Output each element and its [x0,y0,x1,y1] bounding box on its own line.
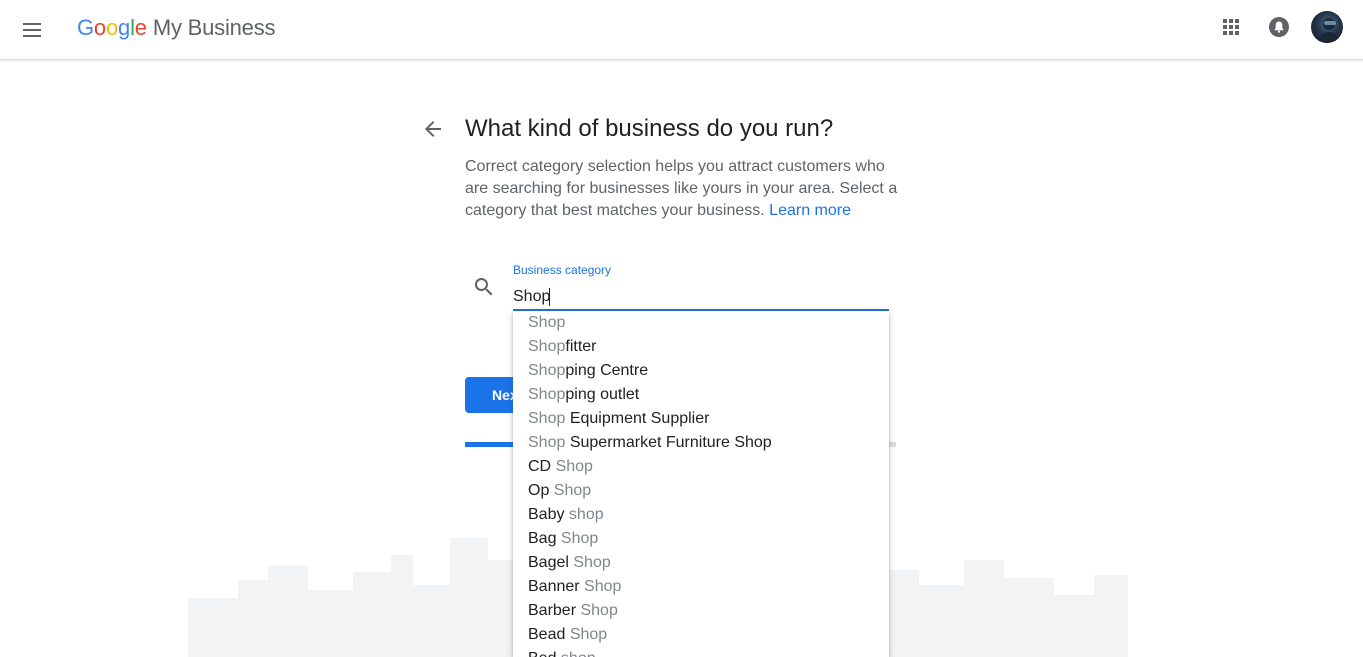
apps-grid-icon[interactable] [1219,15,1243,39]
avatar[interactable] [1311,11,1343,43]
suggestion-text: Barber [528,602,581,619]
suggestion-text: Banner [528,578,585,595]
suggestion-text: Bagel [528,554,574,571]
logo-letter: o [93,15,106,40]
suggestion-match-text: Shop [573,554,611,571]
suggestion-option[interactable]: Bed shop [513,647,889,657]
suggestion-option[interactable]: Shopping outlet [513,383,889,407]
arrow-back-icon[interactable] [421,117,445,141]
suggestion-text: fitter [565,338,597,355]
suggestion-match-text: Shop [569,626,608,643]
suggestion-option[interactable]: Shop [513,311,889,335]
learn-more-link[interactable]: Learn more [769,202,851,219]
suggestion-option[interactable]: Shopping Centre [513,359,889,383]
suggestion-match-text: shop [561,650,596,657]
suggestion-text: Bead [528,626,570,643]
category-suggestions-dropdown: Shop Shopfitter Shopping Centre Shopping ou… [513,311,889,657]
suggestion-match-text: shop [568,506,604,523]
suggestion-match-text: Shop [528,386,566,403]
suggestion-match-text: Shop [528,362,566,379]
app-header: Google My Business [0,0,1363,60]
business-category-input[interactable] [513,284,889,310]
suggestion-text: Equipment Supplier [565,410,710,427]
bell-icon[interactable] [1267,15,1291,39]
suggestion-option[interactable]: Shopfitter [513,335,889,359]
suggestion-match-text: Shop [580,602,618,619]
suggestion-text: Op [528,482,554,499]
text-caret [549,288,550,306]
suggestion-text: Bag [528,530,561,547]
suggestion-text: CD [528,458,556,475]
suggestion-option[interactable]: CD Shop [513,455,889,479]
suggestion-option[interactable]: Shop Supermarket Furniture Shop [513,431,889,455]
suggestion-option[interactable]: Barber Shop [513,599,889,623]
suggestion-text: ping Centre [565,362,649,379]
suggestion-match-text: Shop [584,578,622,595]
suggestion-match-text: Shop [555,458,593,475]
logo-letter: o [105,15,119,40]
hamburger-menu-icon[interactable] [21,18,45,42]
page-title: What kind of business do you run? [465,115,834,142]
suggestion-match-text: Shop [553,482,592,499]
suggestion-option[interactable]: Bead Shop [513,623,889,647]
suggestion-text: Baby [528,506,569,523]
suggestion-option[interactable]: Op Shop [513,479,889,503]
suggestion-text: Supermarket Furniture Shop [565,434,772,451]
business-category-label: Business category [513,263,612,277]
suggestion-match-text: Shop [528,338,566,355]
suggestion-option[interactable]: Banner Shop [513,575,889,599]
suggestion-option[interactable]: Baby shop [513,503,889,527]
search-icon [472,275,496,299]
suggestion-match-text: Shop [528,314,566,331]
suggestion-text: Bed [528,650,561,657]
logo-letter: g [118,15,131,40]
suggestion-option[interactable]: Bag Shop [513,527,889,551]
suggestion-option[interactable]: Shop Equipment Supplier [513,407,889,431]
page-description: Correct category selection helps you att… [465,156,905,222]
logo-letter: G [77,15,94,40]
suggestion-match-text: Shop [560,530,599,547]
suggestion-text: ping outlet [565,386,640,403]
suggestion-match-text: Shop [528,434,566,451]
logo-letter: e [134,15,147,40]
google-my-business-logo[interactable]: Google My Business [77,13,276,43]
suggestion-option[interactable]: Bagel Shop [513,551,889,575]
product-name: My Business [152,15,276,40]
suggestion-match-text: Shop [528,410,566,427]
